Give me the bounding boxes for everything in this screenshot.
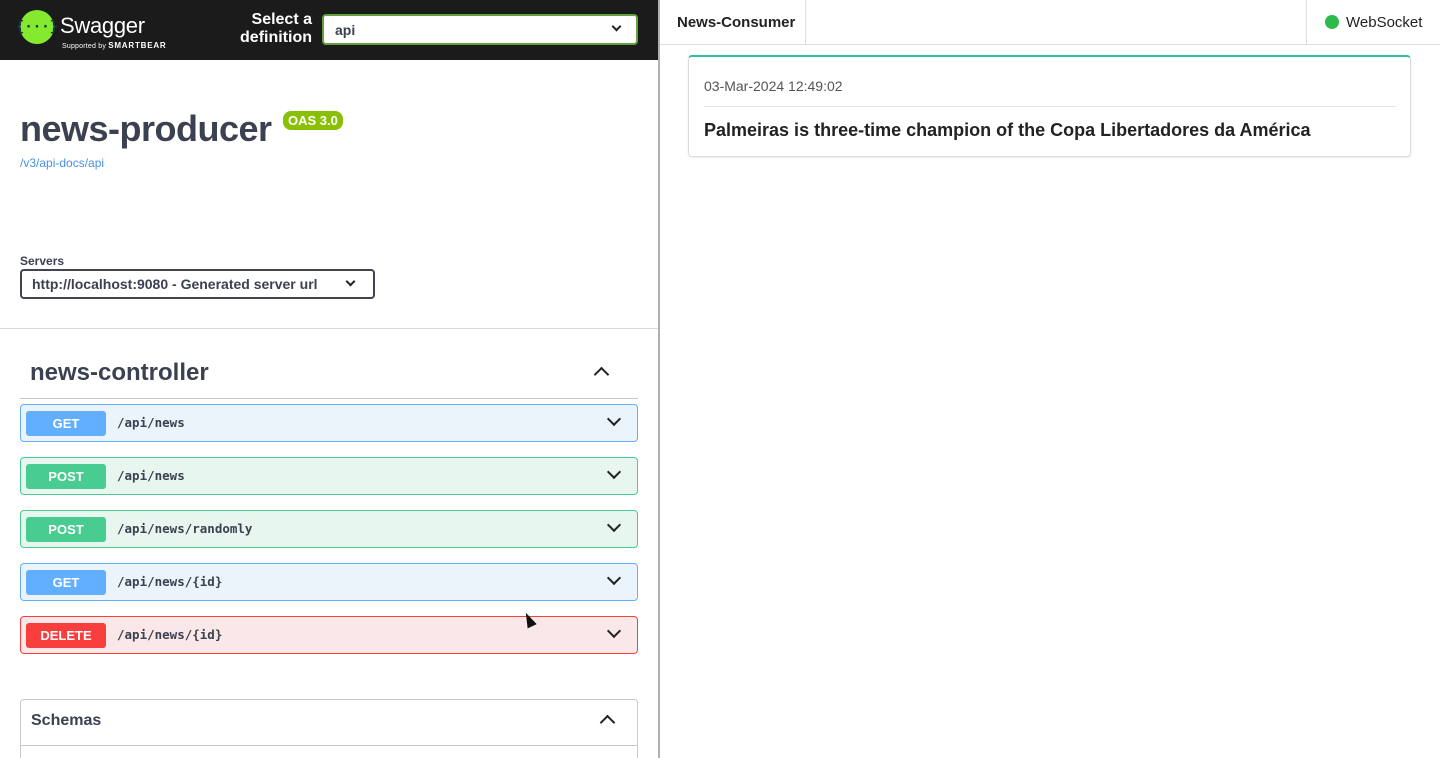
- operation-post-news-randomly[interactable]: POST /api/news/randomly: [20, 510, 638, 548]
- swagger-logo[interactable]: {···} Swagger Supported by SMARTBEAR: [16, 10, 170, 50]
- method-badge: POST: [26, 464, 106, 489]
- chevron-down-icon[interactable]: [606, 517, 622, 533]
- method-badge: POST: [26, 517, 106, 542]
- definition-label: Select a definition: [240, 11, 312, 46]
- news-card: 03-Mar-2024 12:49:02 Palmeiras is three-…: [688, 55, 1411, 157]
- schemas-title: Schemas: [31, 712, 102, 729]
- definition-select-value: api: [335, 22, 356, 38]
- api-docs-link[interactable]: /v3/api-docs/api: [20, 156, 104, 170]
- consumer-brand[interactable]: News-Consumer: [660, 0, 806, 45]
- divider: [20, 398, 638, 399]
- chevron-up-icon[interactable]: [599, 714, 616, 731]
- version-badge: OAS 3.0: [283, 111, 343, 130]
- operation-post-news[interactable]: POST /api/news: [20, 457, 638, 495]
- operation-path: /api/news/randomly: [117, 521, 253, 536]
- swagger-logo-word: Swagger: [60, 13, 145, 38]
- swagger-logo-sub: Supported by SMARTBEAR: [62, 41, 167, 50]
- tag-title[interactable]: news-controller: [30, 359, 209, 387]
- chevron-down-icon[interactable]: [606, 623, 622, 639]
- swagger-topbar: {···} Swagger Supported by SMARTBEAR Sel…: [0, 0, 658, 60]
- operation-path: /api/news/{id}: [117, 574, 223, 589]
- consumer-pane: News-Consumer WebSocket 03-Mar-2024 12:4…: [660, 0, 1440, 758]
- servers-select-value: http://localhost:9080 - Generated server…: [32, 276, 318, 292]
- divider: [704, 106, 1396, 107]
- tag-collapse-button[interactable]: [592, 363, 612, 383]
- operation-path: /api/news: [117, 415, 185, 430]
- divider: [0, 328, 658, 329]
- consumer-navbar: News-Consumer WebSocket: [660, 0, 1440, 45]
- servers-select[interactable]: http://localhost:9080 - Generated server…: [20, 269, 375, 299]
- news-headline: Palmeiras is three-time champion of the …: [704, 120, 1311, 140]
- chevron-down-icon[interactable]: [606, 464, 622, 480]
- operation-delete-news-by-id[interactable]: DELETE /api/news/{id}: [20, 616, 638, 654]
- operation-get-news-by-id[interactable]: GET /api/news/{id}: [20, 563, 638, 601]
- status-dot-icon: [1325, 15, 1339, 29]
- chevron-up-icon: [593, 366, 610, 383]
- chevron-down-icon: [611, 21, 622, 32]
- news-date: 03-Mar-2024 12:49:02: [704, 78, 843, 94]
- chevron-down-icon[interactable]: [606, 411, 622, 427]
- schemas-section[interactable]: Schemas: [20, 699, 638, 758]
- swagger-logo-icon: {···}: [16, 10, 58, 44]
- definition-select[interactable]: api: [322, 14, 638, 45]
- operation-path: /api/news/{id}: [117, 627, 223, 642]
- method-badge: GET: [26, 570, 106, 595]
- api-title: news-producer: [20, 108, 272, 149]
- method-badge: DELETE: [26, 623, 106, 648]
- chevron-down-icon[interactable]: [606, 570, 622, 586]
- swagger-pane: {···} Swagger Supported by SMARTBEAR Sel…: [0, 0, 658, 758]
- operation-get-news[interactable]: GET /api/news: [20, 404, 638, 442]
- websocket-status: WebSocket: [1306, 0, 1440, 45]
- chevron-down-icon: [345, 276, 356, 287]
- operation-path: /api/news: [117, 468, 185, 483]
- divider: [21, 745, 637, 746]
- servers-label: Servers: [20, 254, 65, 268]
- screen: {···} Swagger Supported by SMARTBEAR Sel…: [0, 0, 1440, 758]
- method-badge: GET: [26, 411, 106, 436]
- websocket-status-label: WebSocket: [1346, 14, 1423, 31]
